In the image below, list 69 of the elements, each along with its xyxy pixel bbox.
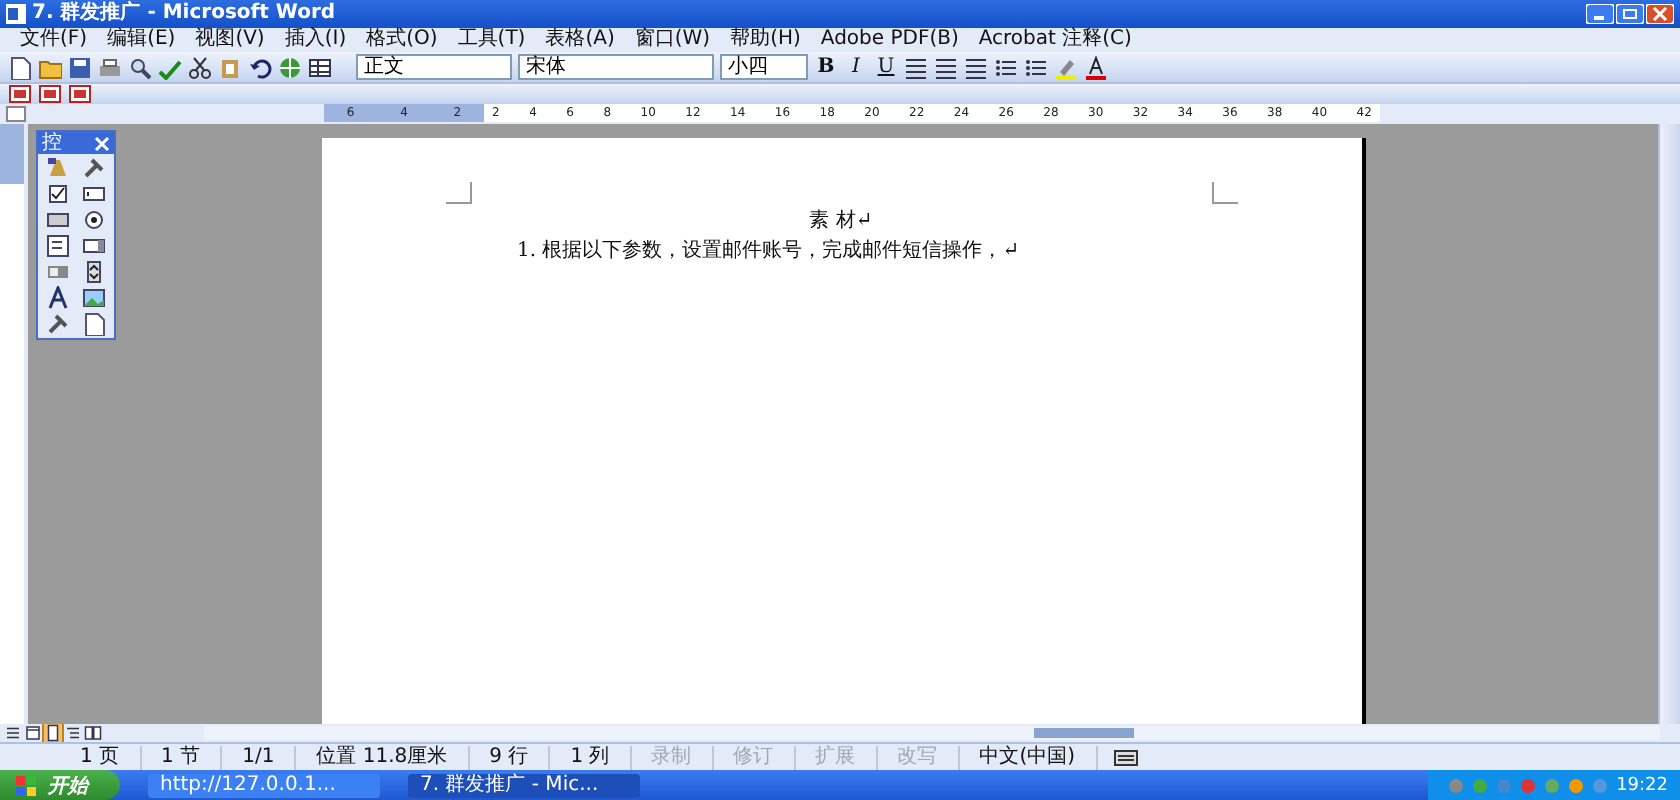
margin-mark xyxy=(1211,182,1237,204)
image-icon[interactable] xyxy=(82,286,107,310)
close-icon[interactable] xyxy=(94,135,110,151)
font-dropdown[interactable]: 宋体 xyxy=(518,54,714,80)
menu-item[interactable]: Acrobat 注释(C) xyxy=(978,28,1132,52)
toolbox-title: 控 xyxy=(42,132,62,154)
combobox-icon[interactable] xyxy=(82,234,107,258)
scissors-icon[interactable] xyxy=(188,55,212,79)
window-title: 7. 群发推广 - Microsoft Word xyxy=(32,0,338,27)
page-icon[interactable] xyxy=(82,312,107,336)
align-icon[interactable] xyxy=(904,55,928,79)
menu-item[interactable]: 帮助(H) xyxy=(730,28,801,52)
command-button-icon[interactable] xyxy=(45,208,70,232)
page-view-icon[interactable] xyxy=(44,724,62,742)
document-paragraph: 1. 根据以下参数，设置邮件账号，完成邮件短信操作，↵ xyxy=(515,238,1022,266)
menu-item[interactable]: 工具(T) xyxy=(457,28,526,52)
minimize-button[interactable] xyxy=(1586,4,1614,24)
normal-view-icon[interactable] xyxy=(4,724,22,742)
menu-item[interactable]: 插入(I) xyxy=(284,28,347,52)
menu-item[interactable]: 格式(O) xyxy=(366,28,438,52)
spellcheck-icon[interactable] xyxy=(158,55,182,79)
taskbar-button[interactable]: 7. 群发推广 - Mic... xyxy=(408,773,640,797)
label-icon[interactable] xyxy=(45,286,70,310)
clipboard-icon[interactable] xyxy=(218,55,242,79)
spinner-icon[interactable] xyxy=(82,260,107,284)
margin-mark xyxy=(445,182,471,204)
toggle-icon[interactable] xyxy=(45,260,70,284)
outline-view-icon[interactable] xyxy=(64,724,82,742)
menu-item[interactable]: Adobe PDF(B) xyxy=(820,28,959,52)
align-icon[interactable] xyxy=(964,55,988,79)
reading-view-icon[interactable] xyxy=(84,724,102,742)
underline-button[interactable]: U xyxy=(874,55,898,79)
list-icon[interactable] xyxy=(994,55,1018,79)
globe-icon[interactable] xyxy=(278,55,302,79)
list-icon[interactable] xyxy=(1024,55,1048,79)
clock: 19:22 xyxy=(1616,775,1668,795)
radio-icon[interactable] xyxy=(82,208,107,232)
close-button[interactable] xyxy=(1646,4,1674,24)
word-document-icon xyxy=(6,4,26,24)
font-color-icon[interactable] xyxy=(1084,55,1108,79)
windows-logo-icon xyxy=(16,775,36,795)
taskbar-button[interactable]: http://127.0.0.1... xyxy=(148,773,380,797)
magnifier-icon[interactable] xyxy=(128,55,152,79)
style-dropdown[interactable]: 正文 xyxy=(356,54,512,80)
bold-button[interactable]: B xyxy=(814,55,838,79)
web-view-icon[interactable] xyxy=(24,724,42,742)
align-icon[interactable] xyxy=(934,55,958,79)
printer-icon[interactable] xyxy=(98,55,122,79)
tools-icon[interactable] xyxy=(82,156,107,180)
checkbox-icon[interactable] xyxy=(45,182,70,206)
vertical-scrollbar[interactable] xyxy=(1658,124,1680,724)
listbox-icon[interactable] xyxy=(45,234,70,258)
tools-icon[interactable] xyxy=(45,312,70,336)
menu-item[interactable]: 表格(A) xyxy=(545,28,615,52)
tab-selector[interactable] xyxy=(6,106,26,122)
textbox-icon[interactable] xyxy=(82,182,107,206)
undo-icon[interactable] xyxy=(248,55,272,79)
table-icon[interactable] xyxy=(308,55,332,79)
menu-item[interactable]: 窗口(W) xyxy=(634,28,711,52)
menu-item[interactable]: 编辑(E) xyxy=(107,28,176,52)
menu-item[interactable]: 文件(F) xyxy=(20,28,88,52)
keyboard-icon xyxy=(1113,749,1138,765)
document-heading: 素 材↵ xyxy=(807,210,875,234)
italic-button[interactable]: I xyxy=(844,55,868,79)
scroll-thumb[interactable] xyxy=(1034,728,1134,738)
restore-button[interactable] xyxy=(1616,4,1644,24)
horizontal-scrollbar[interactable] xyxy=(204,726,1660,740)
size-dropdown[interactable]: 小四 xyxy=(720,54,808,80)
menu-item[interactable]: 视图(V) xyxy=(195,28,265,52)
